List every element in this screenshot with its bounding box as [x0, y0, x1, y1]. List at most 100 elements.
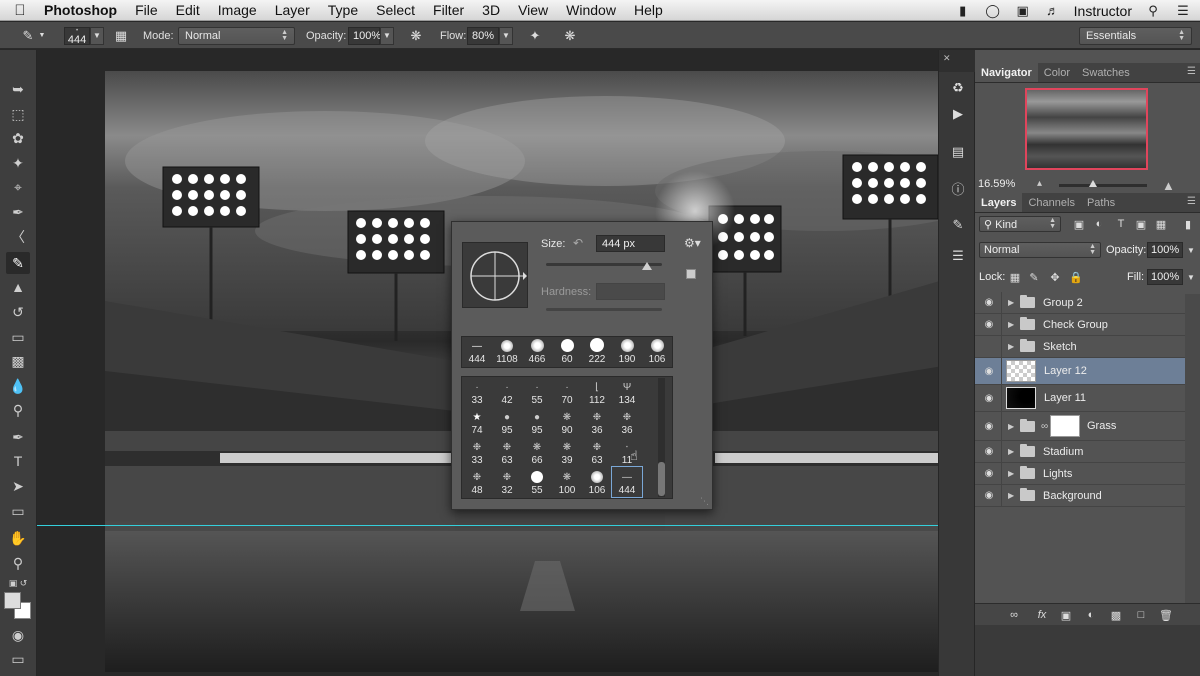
brush-preset[interactable]: ❉ 63 — [492, 437, 522, 467]
eraser-tool-icon[interactable]: ▭ — [6, 326, 30, 348]
expand-arrow-icon[interactable]: ▶ — [1008, 342, 1014, 351]
brush-preset[interactable]: ❉ 63 — [582, 437, 612, 467]
menu-edit[interactable]: Edit — [167, 2, 209, 18]
brush-hardness-slider[interactable] — [546, 308, 662, 311]
zoom-tool-icon[interactable]: ⚲ — [6, 552, 30, 574]
blur-tool-icon[interactable]: 💧 — [6, 375, 30, 397]
tab-paths[interactable]: Paths — [1081, 193, 1121, 212]
layer-blend-mode-select[interactable]: Normal ▲ ▼ — [979, 242, 1101, 258]
close-icon[interactable]: ✕ — [943, 53, 951, 64]
recent-brush[interactable]: 1108 — [492, 337, 522, 367]
pen-tool-icon[interactable]: ✒ — [6, 426, 30, 448]
history-brush-tool-icon[interactable]: ↺ — [6, 301, 30, 323]
tab-navigator[interactable]: Navigator — [975, 63, 1038, 82]
sync-icon[interactable]: ◯ — [984, 3, 1002, 18]
brush-preset[interactable]: ★ 74 — [462, 407, 492, 437]
brush-preset[interactable]: Ψ 134 — [612, 377, 642, 407]
canvas-guide-line[interactable] — [37, 525, 974, 526]
menu-type[interactable]: Type — [319, 2, 367, 18]
layer-row-check-group[interactable]: ◉ ▶ Check Group — [975, 314, 1185, 336]
brush-hardness-input[interactable] — [596, 283, 665, 300]
tab-layers[interactable]: Layers — [975, 193, 1023, 212]
menu-layer[interactable]: Layer — [266, 2, 319, 18]
brush-preset[interactable]: ❉ 36 — [612, 407, 642, 437]
visibility-eye-icon[interactable]: ◉ — [981, 421, 997, 432]
history-panel-icon[interactable]: ♻ — [946, 77, 970, 99]
filter-adjustment-icon[interactable]: ◐ — [1091, 216, 1107, 232]
link-layers-icon[interactable]: ∞ — [1005, 607, 1023, 623]
tool-presets-icon[interactable]: ☰ — [946, 245, 970, 267]
spotlight-search-icon[interactable]: ⚲ — [1144, 3, 1162, 18]
navigator-zoom-slider[interactable] — [1059, 184, 1147, 187]
filter-type-icon[interactable]: T — [1113, 216, 1129, 232]
mask-link-icon[interactable]: ∞ — [1041, 421, 1048, 432]
lock-position-icon[interactable]: ✥ — [1047, 269, 1063, 285]
menu-select[interactable]: Select — [367, 2, 424, 18]
info-panel-icon[interactable]: ⓘ — [946, 177, 970, 199]
fill-input[interactable]: 100% — [1147, 269, 1183, 285]
recent-brush[interactable]: —444 — [462, 337, 492, 367]
layer-filter-kind-select[interactable]: ⚲ Kind ▲ ▼ — [979, 216, 1061, 232]
recent-brush[interactable]: 222 — [582, 337, 612, 367]
layer-row-background[interactable]: ◉ ▶ Background — [975, 485, 1185, 507]
layer-row-layer-11[interactable]: ◉ Layer 11 — [975, 385, 1185, 412]
brush-tool-icon[interactable]: ✎ — [6, 252, 30, 274]
visibility-eye-icon[interactable]: ◉ — [981, 490, 997, 501]
brush-size-picker[interactable]: • 444 ▼ — [64, 26, 104, 45]
brush-size-input[interactable]: 444 px — [596, 235, 665, 252]
brush-preset[interactable]: · 70 — [552, 377, 582, 407]
brush-preset[interactable]: · 33 — [462, 377, 492, 407]
layer-row-group-2[interactable]: ◉ ▶ Group 2 — [975, 292, 1185, 314]
lock-all-icon[interactable]: 🔒 — [1068, 269, 1084, 285]
gradient-tool-icon[interactable]: ▩ — [6, 350, 30, 372]
brush-preset-selected[interactable]: —444 — [611, 466, 643, 498]
expand-arrow-icon[interactable]: ▶ — [1008, 447, 1014, 456]
new-group-icon[interactable]: ▩ — [1107, 607, 1125, 623]
healing-brush-tool-icon[interactable]: 〈 — [6, 226, 30, 248]
rectangle-tool-icon[interactable]: ▭ — [6, 500, 30, 522]
flow-input[interactable]: 80% — [467, 26, 499, 45]
foreground-color-swatch-top[interactable] — [4, 592, 21, 609]
lock-transparent-icon[interactable]: ▦ — [1007, 269, 1023, 285]
tab-swatches[interactable]: Swatches — [1076, 63, 1136, 82]
visibility-eye-icon[interactable]: ◉ — [981, 446, 997, 457]
lock-image-icon[interactable]: ✎ — [1026, 269, 1042, 285]
opacity-input[interactable]: 100% — [348, 26, 381, 45]
new-layer-icon[interactable]: □ — [1132, 607, 1150, 623]
brush-panel-icon[interactable]: ✎ — [946, 214, 970, 236]
panel-menu-icon[interactable]: ☰ — [1187, 196, 1196, 207]
brush-tool-preset-icon[interactable]: ✎ ▼ — [18, 26, 46, 45]
zoom-out-icon[interactable]: ▴ — [1037, 178, 1042, 189]
pressure-size-icon[interactable]: ❋ — [560, 26, 580, 45]
brush-tip-preview[interactable] — [462, 242, 528, 308]
add-mask-icon[interactable]: ▣ — [1057, 607, 1075, 623]
apple-menu-icon[interactable]:  — [0, 2, 40, 19]
layer-row-layer-12[interactable]: ◉ Layer 12 — [975, 358, 1185, 385]
type-tool-icon[interactable]: T — [6, 450, 30, 472]
layer-row-stadium[interactable]: ◉ ▶ Stadium — [975, 441, 1185, 463]
resize-grip-icon[interactable]: ⋱ — [700, 496, 709, 507]
layer-mask-thumbnail[interactable] — [1050, 415, 1080, 437]
marquee-tool-icon[interactable]: ⬚ — [6, 103, 30, 125]
visibility-eye-icon[interactable]: ◉ — [981, 393, 997, 404]
lasso-tool-icon[interactable]: ✿ — [6, 127, 30, 149]
default-colors-icon[interactable]: ▣ ↺ — [6, 572, 30, 594]
adjustment-layer-icon[interactable]: ◐ — [1082, 607, 1100, 623]
brush-preset[interactable]: ❉ 36 — [582, 407, 612, 437]
filter-shape-icon[interactable]: ▣ — [1133, 216, 1149, 232]
user-name[interactable]: Instructor — [1074, 3, 1132, 19]
brush-preset[interactable]: 106 — [582, 467, 612, 497]
volume-icon[interactable]: ♬ — [1044, 3, 1062, 18]
eyedropper-tool-icon[interactable]: ✒ — [6, 201, 30, 223]
menu-filter[interactable]: Filter — [424, 2, 473, 18]
reset-size-icon[interactable]: ↶ — [573, 236, 583, 250]
layer-row-sketch[interactable]: ◉ ▶ Sketch — [975, 336, 1185, 358]
delete-layer-icon[interactable]: 🗑 — [1157, 607, 1175, 623]
brush-preset[interactable]: · 55 — [522, 377, 552, 407]
recent-brush[interactable]: 466 — [522, 337, 552, 367]
layer-row-lights[interactable]: ◉ ▶ Lights — [975, 463, 1185, 485]
notification-list-icon[interactable]: ☰ — [1174, 3, 1192, 18]
menu-view[interactable]: View — [509, 2, 557, 18]
brush-preset[interactable]: ● 95 — [492, 407, 522, 437]
filter-smart-object-icon[interactable]: ▦ — [1153, 216, 1169, 232]
